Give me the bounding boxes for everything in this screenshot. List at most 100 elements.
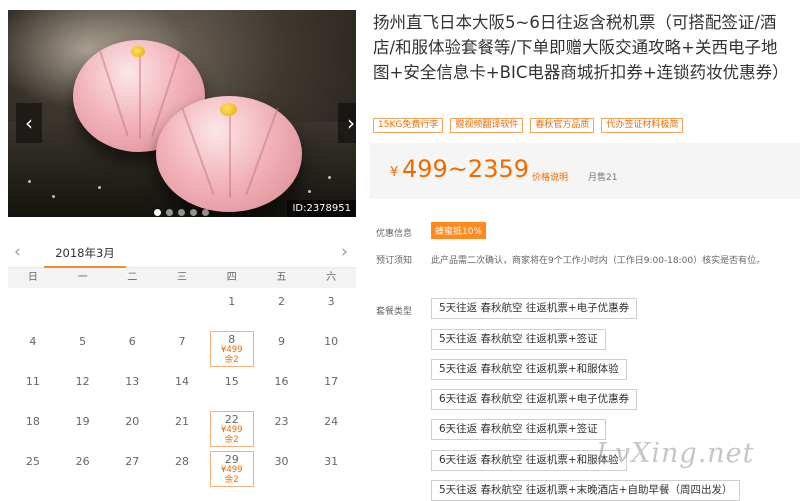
price-currency: ¥ xyxy=(390,165,399,180)
calendar-day: 24 xyxy=(306,409,356,449)
image-id-label: ID:2378951 xyxy=(287,200,356,217)
calendar-day-number: 1 xyxy=(228,295,236,308)
calendar-day-available[interactable]: 29 ¥499 余2 xyxy=(207,449,257,489)
carousel-dot[interactable] xyxy=(202,209,209,216)
calendar-day-number: 17 xyxy=(324,375,339,388)
calendar-day: 3 xyxy=(306,289,356,329)
calendar-day-number: 15 xyxy=(224,375,239,388)
calendar-day xyxy=(8,289,58,329)
calendar-next-month-icon[interactable]: › xyxy=(341,242,348,262)
calendar-day: 17 xyxy=(306,369,356,409)
calendar-weekday: 二 xyxy=(127,272,138,283)
carousel-dots xyxy=(154,209,209,216)
calendar-day: 19 xyxy=(58,409,108,449)
feature-tag: 15KG免费行李 xyxy=(373,118,444,133)
price-explanation-link[interactable]: 价格说明 xyxy=(532,170,568,183)
calendar-day-number: 10 xyxy=(324,335,339,348)
wagashi-sweet-front xyxy=(156,96,302,212)
calendar-day: 26 xyxy=(58,449,108,489)
calendar-day: 14 xyxy=(157,369,207,409)
calendar-day-number: 7 xyxy=(178,335,186,348)
calendar-day-number: 23 xyxy=(274,415,289,428)
product-title: 扬州直飞日本大阪5~6日往返含税机票（可搭配签证/酒店/和服体验套餐等/下单即赠… xyxy=(373,13,789,82)
package-option[interactable]: 6天往返 春秋航空 往返机票+电子优惠券 xyxy=(431,389,638,410)
calendar-day-available[interactable]: 22 ¥499 余2 xyxy=(207,409,257,449)
calendar-weekday: 日 xyxy=(27,272,38,283)
calendar-week-row: 18 19 20 21 22 ¥499 余2 23 24 xyxy=(8,409,356,449)
calendar-day: 1 xyxy=(207,289,257,329)
calendar-day: 30 xyxy=(257,449,307,489)
calendar-month-tab[interactable]: 2018年3月 xyxy=(44,238,126,268)
calendar-day xyxy=(157,289,207,329)
calendar-day: 15 xyxy=(207,369,257,409)
carousel-prev-button[interactable]: ‹ xyxy=(16,103,42,143)
package-option[interactable]: 5天往返 春秋航空 往返机票+和服体验 xyxy=(431,359,627,380)
calendar-day-number: 24 xyxy=(324,415,339,428)
calendar-day-available[interactable]: 8 ¥499 余2 xyxy=(207,329,257,369)
calendar-day-number: 29 xyxy=(224,453,239,466)
carousel-dot[interactable] xyxy=(166,209,173,216)
calendar-prev-month-icon[interactable]: ‹ xyxy=(14,242,21,262)
calendar-day-number: 22 xyxy=(224,413,239,426)
calendar-weekday-row: 日一二三四五六 xyxy=(8,268,356,288)
calendar-day-number: 31 xyxy=(324,455,339,468)
calendar-day: 9 xyxy=(257,329,307,369)
carousel-next-button[interactable]: › xyxy=(338,103,356,143)
calendar-day-number xyxy=(107,289,157,295)
feature-tag: 春秋官方品质 xyxy=(530,118,595,133)
carousel-dot[interactable] xyxy=(154,209,161,216)
booking-notice: 此产品需二次确认，商家将在9个工作小时内（工作日9:00-18:00）核实是否有… xyxy=(431,256,766,266)
watermark: LvXing.net xyxy=(596,438,755,469)
calendar-day-number: 12 xyxy=(75,375,90,388)
calendar-week-row: 25 26 27 28 29 ¥499 余2 30 31 xyxy=(8,449,356,489)
calendar-weekday: 三 xyxy=(177,272,188,283)
calendar-day xyxy=(107,289,157,329)
calendar-day xyxy=(58,289,108,329)
calendar-day-number: 11 xyxy=(25,375,40,388)
monthly-sales: 月售21 xyxy=(588,173,618,183)
price-panel: ¥ 499~2359 价格说明 月售21 xyxy=(370,143,800,199)
calendar-day: 10 xyxy=(306,329,356,369)
calendar-header: ‹ 2018年3月 › xyxy=(8,238,356,268)
calendar-day-stock: 余2 xyxy=(224,435,239,445)
calendar-day-number: 3 xyxy=(327,295,335,308)
calendar-day: 31 xyxy=(306,449,356,489)
calendar-day-stock: 余2 xyxy=(224,475,239,485)
calendar-grid: 1 2 3 4 5 6 7 8 ¥499 余2 9 10 11 12 13 14 15 16 17 18 19 20 21 2… xyxy=(8,289,356,489)
package-option[interactable]: 5天往返 春秋航空 往返机票+签证 xyxy=(431,329,606,350)
package-type-label: 套餐类型 xyxy=(376,307,413,317)
product-photo[interactable]: ‹ › ID:2378951 xyxy=(8,10,356,217)
feature-tags: 15KG免费行李 赠视频翻译软件 春秋官方品质 代办签证材料极简 xyxy=(373,118,684,133)
package-option[interactable]: 5天往返 春秋航空 往返机票+电子优惠券 xyxy=(431,298,638,319)
calendar-day-number: 18 xyxy=(25,415,40,428)
calendar-day-number: 5 xyxy=(79,335,87,348)
calendar-day: 13 xyxy=(107,369,157,409)
calendar-weekday: 一 xyxy=(77,272,88,283)
calendar-day-number xyxy=(8,289,58,295)
package-option[interactable]: 6天往返 春秋航空 往返机票+签证 xyxy=(431,419,606,440)
calendar-week-row: 1 2 3 xyxy=(8,289,356,329)
calendar-day: 28 xyxy=(157,449,207,489)
carousel-dot[interactable] xyxy=(190,209,197,216)
calendar-day-price: ¥499 xyxy=(220,425,243,435)
calendar-day: 18 xyxy=(8,409,58,449)
calendar-day-number: 13 xyxy=(125,375,140,388)
calendar-day-number: 14 xyxy=(175,375,190,388)
calendar-day-price: ¥499 xyxy=(220,465,243,475)
calendar-day-number: 20 xyxy=(125,415,140,428)
calendar-week-row: 11 12 13 14 15 16 17 xyxy=(8,369,356,409)
calendar-day: 2 xyxy=(257,289,307,329)
calendar-day-number: 26 xyxy=(75,455,90,468)
calendar-day: 6 xyxy=(107,329,157,369)
calendar-day-number: 28 xyxy=(175,455,190,468)
calendar-weekday: 五 xyxy=(276,272,287,283)
carousel-dot[interactable] xyxy=(178,209,185,216)
calendar-day: 25 xyxy=(8,449,58,489)
feature-tag: 赠视频翻译软件 xyxy=(450,118,524,133)
calendar-weekday: 四 xyxy=(226,272,237,283)
package-option[interactable]: 5天往返 春秋航空 往返机票+末晚酒店+自助早餐（周四出发） xyxy=(431,480,741,501)
calendar-day: 4 xyxy=(8,329,58,369)
calendar-day: 16 xyxy=(257,369,307,409)
promo-badge: 蜂蜜抵10% xyxy=(431,222,487,239)
calendar-day-number: 9 xyxy=(277,335,285,348)
